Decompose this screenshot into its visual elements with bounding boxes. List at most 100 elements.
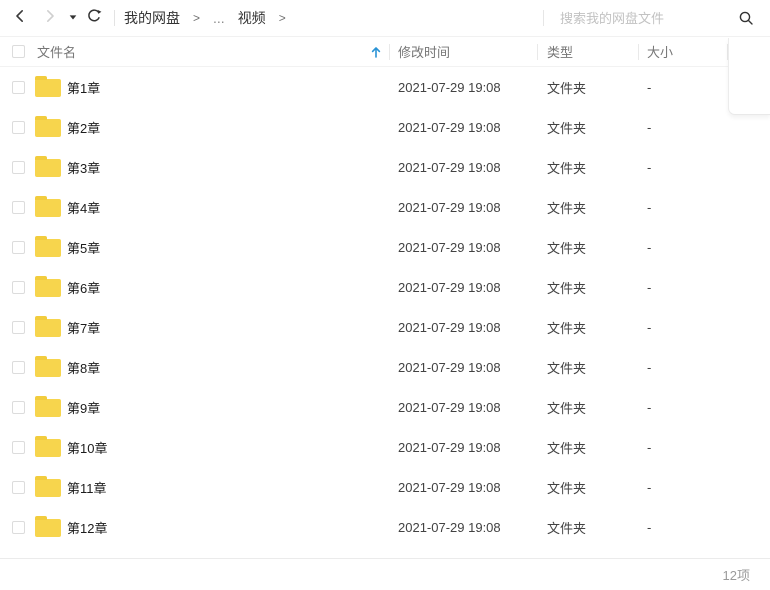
table-row[interactable]: 第4章 2021-07-29 19:08 文件夹 -: [0, 187, 770, 227]
file-type: 文件夹: [547, 120, 587, 136]
select-all-checkbox[interactable]: [12, 45, 25, 58]
folder-icon: [35, 236, 61, 257]
row-name-cell: 第9章: [0, 396, 389, 417]
file-name[interactable]: 第9章: [67, 398, 100, 417]
toolbar: 我的网盘 > ... 视频 >: [0, 0, 770, 37]
table-row[interactable]: 第12章 2021-07-29 19:08 文件夹 -: [0, 507, 770, 547]
modified-time: 2021-07-29 19:08: [398, 159, 501, 175]
row-checkbox[interactable]: [12, 240, 25, 254]
row-checkbox[interactable]: [12, 360, 25, 374]
forward-button[interactable]: [38, 6, 62, 30]
modified-time: 2021-07-29 19:08: [398, 199, 501, 215]
table-row[interactable]: 第11章 2021-07-29 19:08 文件夹 -: [0, 467, 770, 507]
header-name-column: 文件名: [0, 42, 389, 61]
breadcrumb-separator: >: [193, 11, 201, 25]
modified-time: 2021-07-29 19:08: [398, 319, 501, 335]
table-row[interactable]: 第2章 2021-07-29 19:08 文件夹 -: [0, 107, 770, 147]
folder-icon: [35, 516, 61, 537]
header-name-label[interactable]: 文件名: [37, 42, 76, 61]
file-name[interactable]: 第1章: [67, 78, 100, 97]
row-name-cell: 第11章: [0, 476, 389, 497]
sort-ascending-icon[interactable]: [369, 45, 383, 59]
back-button[interactable]: [8, 6, 32, 30]
table-row[interactable]: 第5章 2021-07-29 19:08 文件夹 -: [0, 227, 770, 267]
file-size: -: [647, 439, 652, 455]
row-checkbox[interactable]: [12, 320, 25, 334]
folder-icon: [35, 196, 61, 217]
breadcrumb: 我的网盘 > ... 视频 >: [124, 8, 286, 28]
file-name[interactable]: 第2章: [67, 118, 100, 137]
file-size: -: [647, 159, 652, 175]
search-input[interactable]: [560, 10, 730, 26]
chevron-right-icon: [42, 8, 58, 29]
modified-time: 2021-07-29 19:08: [398, 439, 501, 455]
file-type: 文件夹: [547, 160, 587, 176]
row-checkbox[interactable]: [12, 520, 25, 534]
file-size: -: [647, 399, 652, 415]
row-name-cell: 第10章: [0, 436, 389, 457]
file-name[interactable]: 第8章: [67, 358, 100, 377]
breadcrumb-ellipsis[interactable]: ...: [213, 10, 225, 26]
row-checkbox[interactable]: [12, 400, 25, 414]
table-row[interactable]: 第8章 2021-07-29 19:08 文件夹 -: [0, 347, 770, 387]
row-name-cell: 第1章: [0, 76, 389, 97]
file-size: -: [647, 79, 652, 95]
file-name[interactable]: 第7章: [67, 318, 100, 337]
file-type: 文件夹: [547, 520, 587, 536]
search-icon[interactable]: [738, 10, 754, 26]
file-name[interactable]: 第12章: [67, 518, 107, 537]
statusbar: 12项: [0, 558, 770, 590]
file-name[interactable]: 第3章: [67, 158, 100, 177]
header-modified-label[interactable]: 修改时间: [389, 37, 537, 66]
modified-time: 2021-07-29 19:08: [398, 279, 501, 295]
folder-icon: [35, 276, 61, 297]
table-row[interactable]: 第9章 2021-07-29 19:08 文件夹 -: [0, 387, 770, 427]
refresh-button[interactable]: [82, 6, 106, 30]
file-type: 文件夹: [547, 440, 587, 456]
file-list: 第1章 2021-07-29 19:08 文件夹 - 第2章 2021-07-2…: [0, 67, 770, 558]
breadcrumb-separator: >: [278, 11, 286, 25]
file-type: 文件夹: [547, 400, 587, 416]
row-checkbox[interactable]: [12, 120, 25, 134]
search-divider: [543, 10, 544, 26]
file-size: -: [647, 519, 652, 535]
header-size-label[interactable]: 大小: [638, 37, 727, 66]
row-checkbox[interactable]: [12, 480, 25, 494]
file-size: -: [647, 319, 652, 335]
toolbar-divider: [114, 10, 115, 26]
breadcrumb-root[interactable]: 我的网盘: [124, 8, 180, 28]
table-row[interactable]: 第3章 2021-07-29 19:08 文件夹 -: [0, 147, 770, 187]
row-name-cell: 第8章: [0, 356, 389, 377]
row-checkbox[interactable]: [12, 200, 25, 214]
scrollbar-thumb[interactable]: [728, 38, 770, 115]
file-name[interactable]: 第11章: [67, 478, 107, 497]
file-type: 文件夹: [547, 240, 587, 256]
file-name[interactable]: 第10章: [67, 438, 107, 457]
folder-icon: [35, 76, 61, 97]
table-row[interactable]: 第1章 2021-07-29 19:08 文件夹 -: [0, 67, 770, 107]
file-type: 文件夹: [547, 320, 587, 336]
table-header: 文件名 修改时间 类型 大小: [0, 37, 770, 67]
header-type-label[interactable]: 类型: [537, 37, 638, 66]
breadcrumb-current[interactable]: 视频: [238, 8, 266, 28]
folder-icon: [35, 476, 61, 497]
caret-down-icon: [68, 9, 78, 27]
row-name-cell: 第4章: [0, 196, 389, 217]
table-row[interactable]: 第10章 2021-07-29 19:08 文件夹 -: [0, 427, 770, 467]
file-size: -: [647, 199, 652, 215]
history-dropdown-button[interactable]: [66, 6, 80, 30]
file-name[interactable]: 第5章: [67, 238, 100, 257]
file-size: -: [647, 479, 652, 495]
file-type: 文件夹: [547, 80, 587, 96]
row-checkbox[interactable]: [12, 440, 25, 454]
file-size: -: [647, 279, 652, 295]
table-row[interactable]: 第7章 2021-07-29 19:08 文件夹 -: [0, 307, 770, 347]
file-size: -: [647, 119, 652, 135]
table-row[interactable]: 第6章 2021-07-29 19:08 文件夹 -: [0, 267, 770, 307]
row-checkbox[interactable]: [12, 80, 25, 94]
file-name[interactable]: 第6章: [67, 278, 100, 297]
row-checkbox[interactable]: [12, 160, 25, 174]
file-name[interactable]: 第4章: [67, 198, 100, 217]
row-checkbox[interactable]: [12, 280, 25, 294]
row-name-cell: 第6章: [0, 276, 389, 297]
